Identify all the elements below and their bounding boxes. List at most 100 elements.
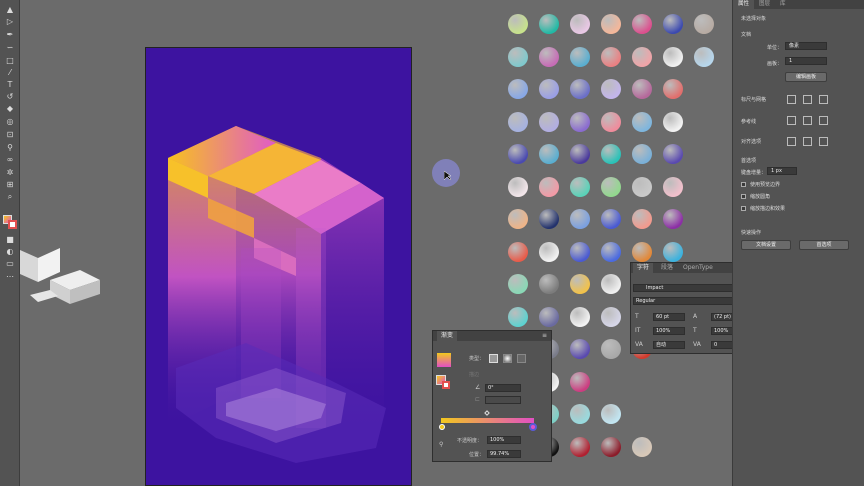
position-field[interactable]: 99.74% [487,450,521,458]
snap-to-point-icon[interactable] [803,137,812,146]
gradient-swatch[interactable] [601,274,621,294]
eyedropper-icon[interactable]: ⚲ [439,441,443,448]
gradient-swatch[interactable] [508,144,528,164]
gradient-swatch[interactable] [601,339,621,359]
grid-icon[interactable] [803,95,812,104]
show-guides-icon[interactable] [787,116,796,125]
gradient-midpoint-handle[interactable] [484,410,490,416]
type-tool-icon[interactable]: T [3,80,17,90]
smart-guides-icon[interactable] [819,116,828,125]
lock-guides-icon[interactable] [803,116,812,125]
document-setup-button[interactable]: 文档设置 [741,240,791,250]
gradient-swatch[interactable] [508,111,528,132]
tab-paragraph[interactable]: 段落 [657,263,677,273]
gradient-swatch[interactable] [539,176,559,197]
transparency-grid-icon[interactable] [819,95,828,104]
curvature-tool-icon[interactable]: ∽ [3,43,17,53]
gradient-swatch[interactable] [601,14,621,34]
gradient-swatch[interactable] [508,14,528,34]
gradient-swatch[interactable] [539,306,559,327]
gradient-swatch[interactable] [539,79,559,99]
gradient-swatch[interactable] [570,241,590,262]
gradient-panel-tab[interactable]: 渐变 [437,331,458,341]
symbol-sprayer-tool-icon[interactable]: ✲ [3,168,17,178]
gradient-swatch[interactable] [601,209,621,229]
tab-libraries[interactable]: 库 [775,0,791,9]
gradient-slider-bar[interactable] [441,418,534,423]
gradient-swatch[interactable] [570,46,590,67]
gradient-swatch[interactable] [601,404,621,424]
gradient-swatch[interactable] [508,209,528,229]
gradient-swatch[interactable] [632,241,652,262]
gradient-swatch[interactable] [601,46,621,67]
gradient-swatch[interactable] [632,209,652,229]
gradient-swatch[interactable] [632,176,652,197]
gradient-swatch[interactable] [601,144,621,164]
gradient-swatch[interactable] [539,209,559,229]
gradient-swatch[interactable] [601,176,621,197]
gradient-swatch[interactable] [508,79,528,99]
tab-layers[interactable]: 图层 [754,0,775,9]
snap-to-glyph-icon[interactable] [819,137,828,146]
gradient-swatch[interactable] [663,144,683,164]
gradient-swatch[interactable] [570,144,590,164]
units-dropdown[interactable]: 像素 [785,42,827,50]
draw-mode-icon[interactable]: ◐ [3,247,17,257]
tab-opentype[interactable]: OpenType [679,263,717,273]
font-size-field[interactable]: 60 pt [653,313,685,321]
gradient-swatch[interactable] [632,46,652,67]
gradient-swatch[interactable] [539,241,559,262]
gradient-swatch[interactable] [663,176,683,197]
gradient-swatch[interactable] [601,111,621,132]
artboard[interactable] [145,47,412,486]
gradient-swatch[interactable] [570,339,590,359]
gradient-swatch[interactable] [539,14,559,34]
gradient-swatch[interactable] [632,79,652,99]
font-style-field[interactable]: Regular [633,297,745,305]
selection-tool-icon[interactable]: ▲ [3,5,17,15]
gradient-swatch[interactable] [508,306,528,327]
zoom-tool-icon[interactable]: ⌕ [3,192,17,202]
gradient-swatch[interactable] [694,14,714,34]
gradient-swatch[interactable] [663,111,683,132]
gradient-swatch[interactable] [508,176,528,197]
font-family-field[interactable]: Impact [633,284,745,292]
direct-selection-tool-icon[interactable]: ▷ [3,17,17,27]
artboard-tool-icon[interactable]: ⊞ [3,180,17,190]
gradient-preview-swatch[interactable] [437,353,451,367]
gradient-swatch[interactable] [601,436,621,457]
eraser-tool-icon[interactable]: ◆ [3,104,17,114]
gradient-swatch[interactable] [663,209,683,229]
gradient-swatch[interactable] [570,404,590,424]
document-canvas[interactable] [20,0,732,486]
edit-artboard-button[interactable]: 编辑画板 [785,72,827,82]
preview-bounds-checkbox[interactable] [741,182,746,187]
gradient-swatch[interactable] [663,79,683,99]
linear-gradient-button[interactable] [489,354,498,363]
ruler-icon[interactable] [787,95,796,104]
gradient-swatch[interactable] [570,274,590,294]
gradient-swatch[interactable] [570,209,590,229]
gradient-swatch[interactable] [570,111,590,132]
gradient-swatch[interactable] [539,46,559,67]
radial-gradient-button[interactable] [503,354,512,363]
warp-tool-icon[interactable]: ◎ [3,117,17,127]
freeform-gradient-button[interactable] [517,354,526,363]
gradient-swatch[interactable] [570,436,590,457]
gradient-swatch[interactable] [570,176,590,197]
gradient-stroke-icon[interactable] [442,381,450,389]
blend-tool-icon[interactable]: ∞ [3,155,17,165]
tab-character[interactable]: 字符 [633,263,654,273]
gradient-swatch[interactable] [570,14,590,34]
gradient-swatch[interactable] [632,14,652,34]
kerning-field[interactable]: 自动 [653,341,685,349]
keyboard-increment-field[interactable]: 1 px [767,167,797,175]
gradient-stop-end[interactable] [529,423,537,431]
rectangle-tool-icon[interactable]: □ [3,56,17,66]
gradient-swatch[interactable] [601,79,621,99]
gradient-swatch[interactable] [539,144,559,164]
gradient-swatch[interactable] [508,274,528,294]
gradient-swatch[interactable] [539,111,559,132]
gradient-swatch[interactable] [508,241,528,262]
opacity-field[interactable]: 100% [487,436,521,444]
